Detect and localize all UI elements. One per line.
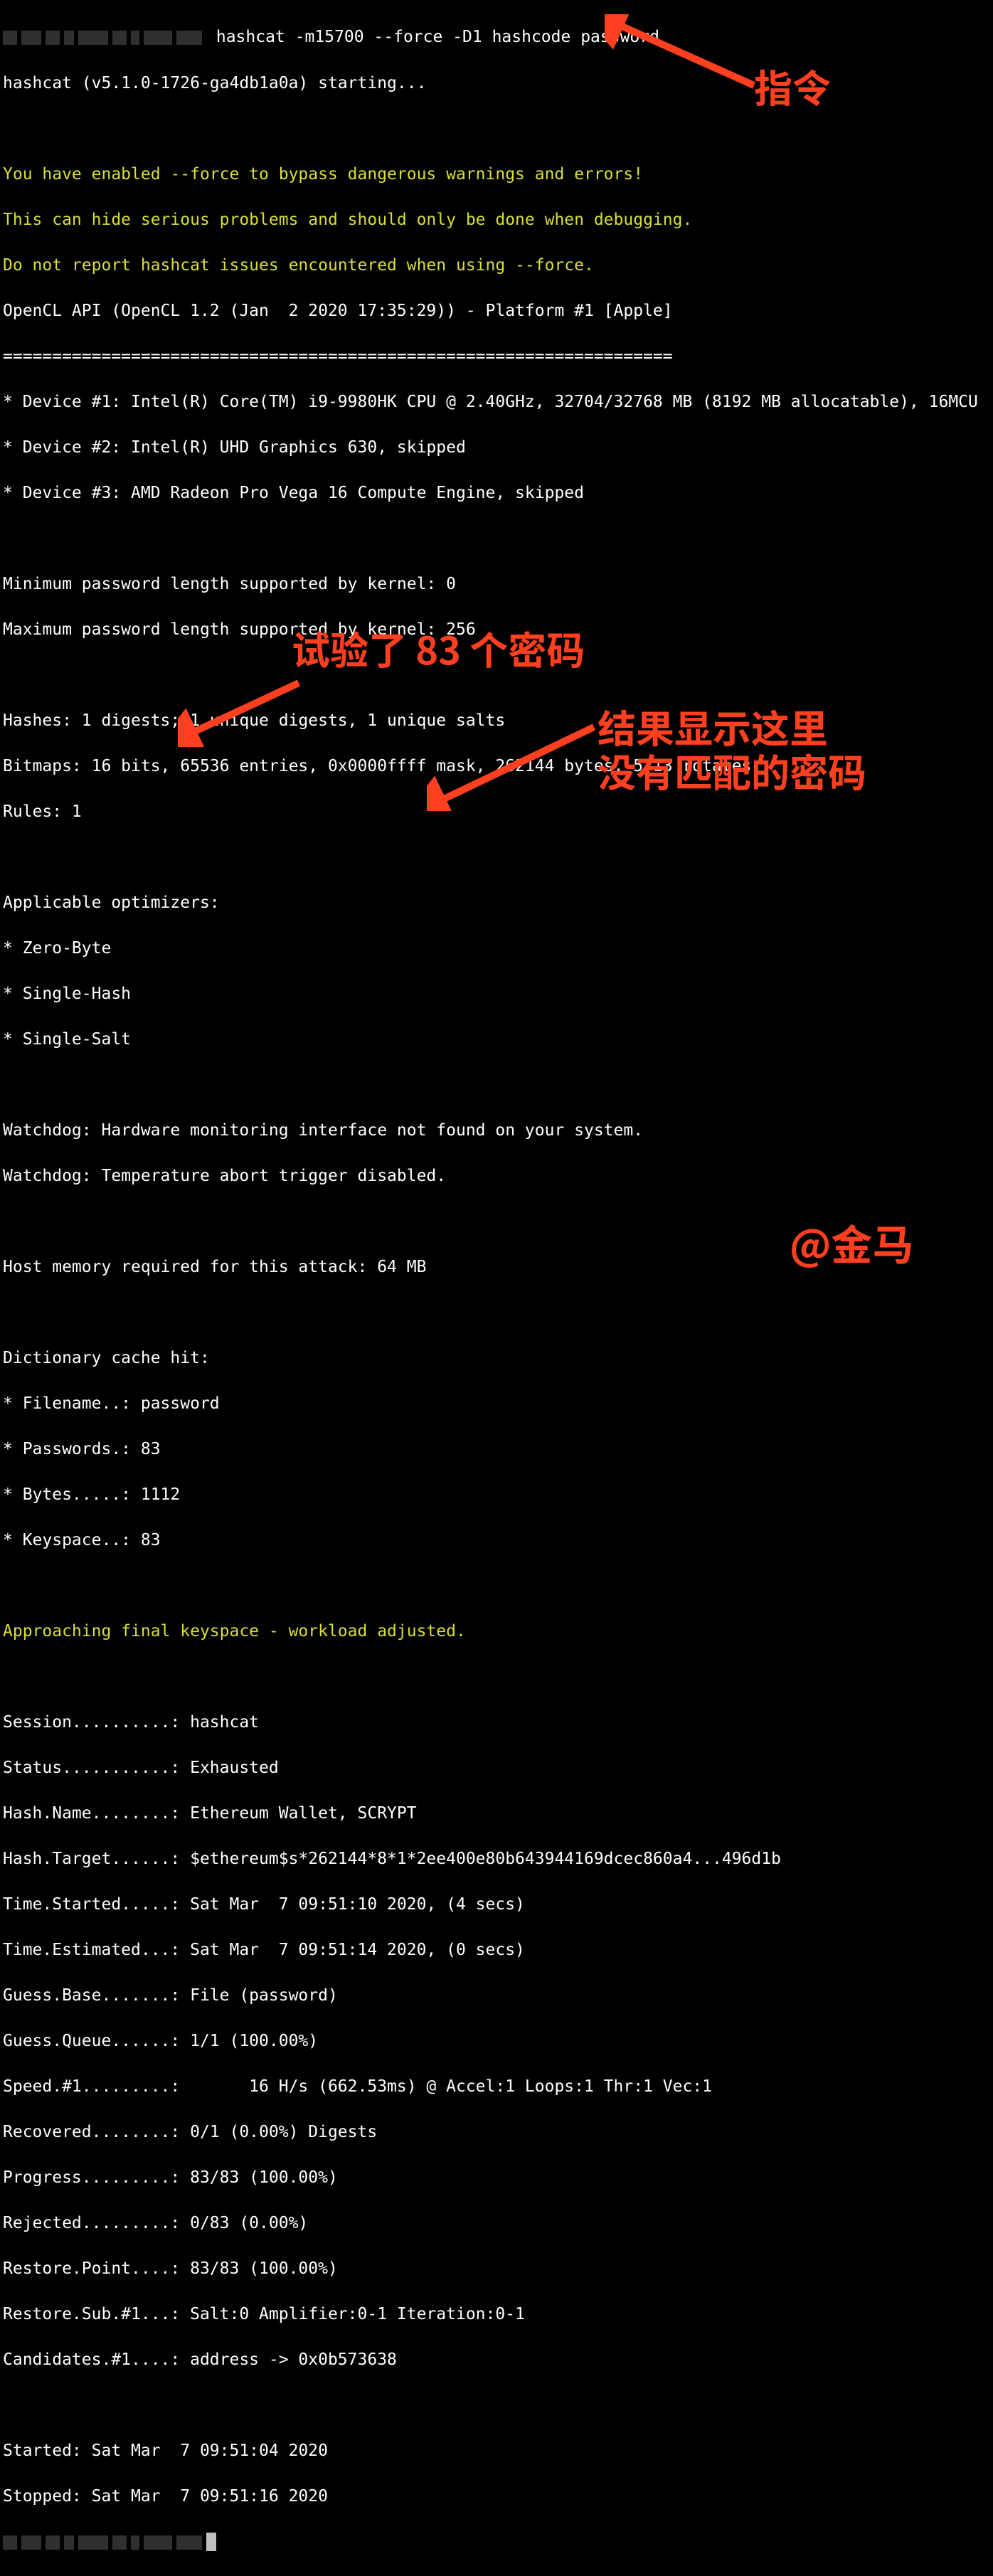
status-rejected: Rejected.........: 0/83 (0.00%) [3,2212,990,2235]
command-text: hashcat -m15700 --force -D1 hashcode pas… [206,28,659,46]
status-status: Status...........: Exhausted [3,1756,990,1779]
device-1: * Device #1: Intel(R) Core(TM) i9-9980HK… [3,391,990,413]
dict-keyspace: * Keyspace..: 83 [3,1529,990,1552]
rules-line: Rules: 1 [3,800,990,823]
status-guessbase: Guess.Base.......: File (password) [3,1984,990,2007]
hashes-line: Hashes: 1 digests; 1 unique digests, 1 u… [3,709,990,732]
force-warning-2: This can hide serious problems and shoul… [3,208,990,231]
bitmaps-line: Bitmaps: 16 bits, 65536 entries, 0x0000f… [3,755,990,778]
status-recovered: Recovered........: 0/1 (0.00%) Digests [3,2121,990,2143]
optimizer-3: * Single-Salt [3,1028,990,1051]
status-guessqueue: Guess.Queue......: 1/1 (100.00%) [3,2030,990,2052]
dict-passwords: * Passwords.: 83 [3,1438,990,1461]
timestamp-stopped: Stopped: Sat Mar 7 09:51:16 2020 [3,2485,990,2508]
status-speed: Speed.#1.........: 16 H/s (662.53ms) @ A… [3,2075,990,2098]
next-prompt [3,2530,990,2554]
watchdog-2: Watchdog: Temperature abort trigger disa… [3,1165,990,1187]
host-memory: Host memory required for this attack: 64… [3,1256,990,1278]
optimizer-2: * Single-Hash [3,982,990,1005]
starting-line: hashcat (v5.1.0-1726-ga4db1a0a) starting… [3,72,990,95]
timestamp-started: Started: Sat Mar 7 09:51:04 2020 [3,2439,990,2462]
optimizers-header: Applicable optimizers: [3,891,990,914]
status-hashname: Hash.Name........: Ethereum Wallet, SCRY… [3,1802,990,1825]
opencl-header: OpenCL API (OpenCL 1.2 (Jan 2 2020 17:35… [3,300,990,322]
device-3: * Device #3: AMD Radeon Pro Vega 16 Comp… [3,482,990,504]
status-progress: Progress.........: 83/83 (100.00%) [3,2166,990,2189]
dict-header: Dictionary cache hit: [3,1347,990,1369]
max-password: Maximum password length supported by ker… [3,618,990,641]
separator: ========================================… [3,345,990,368]
status-restoresub: Restore.Sub.#1...: Salt:0 Amplifier:0-1 … [3,2303,990,2326]
redacted-prompt-2 [3,2530,206,2553]
approaching-keyspace: Approaching final keyspace - workload ad… [3,1620,990,1643]
terminal-output: hashcat -m15700 --force -D1 hashcode pas… [3,3,990,2576]
redacted-prompt [3,26,206,49]
cursor-icon [206,2533,216,2551]
watchdog-1: Watchdog: Hardware monitoring interface … [3,1119,990,1142]
min-password: Minimum password length supported by ker… [3,573,990,595]
force-warning-3: Do not report hashcat issues encountered… [3,254,990,277]
status-timestarted: Time.Started.....: Sat Mar 7 09:51:10 20… [3,1893,990,1916]
status-timeestimated: Time.Estimated...: Sat Mar 7 09:51:14 20… [3,1939,990,1961]
prompt-line: hashcat -m15700 --force -D1 hashcode pas… [3,26,990,49]
dict-filename: * Filename..: password [3,1392,990,1415]
status-hashtarget: Hash.Target......: $ethereum$s*262144*8*… [3,1848,990,1870]
dict-bytes: * Bytes.....: 1112 [3,1483,990,1506]
status-candidates: Candidates.#1....: address -> 0x0b573638 [3,2348,990,2371]
force-warning-1: You have enabled --force to bypass dange… [3,163,990,186]
optimizer-1: * Zero-Byte [3,937,990,960]
status-session: Session..........: hashcat [3,1711,990,1734]
device-2: * Device #2: Intel(R) UHD Graphics 630, … [3,436,990,459]
status-restorepoint: Restore.Point....: 83/83 (100.00%) [3,2257,990,2280]
